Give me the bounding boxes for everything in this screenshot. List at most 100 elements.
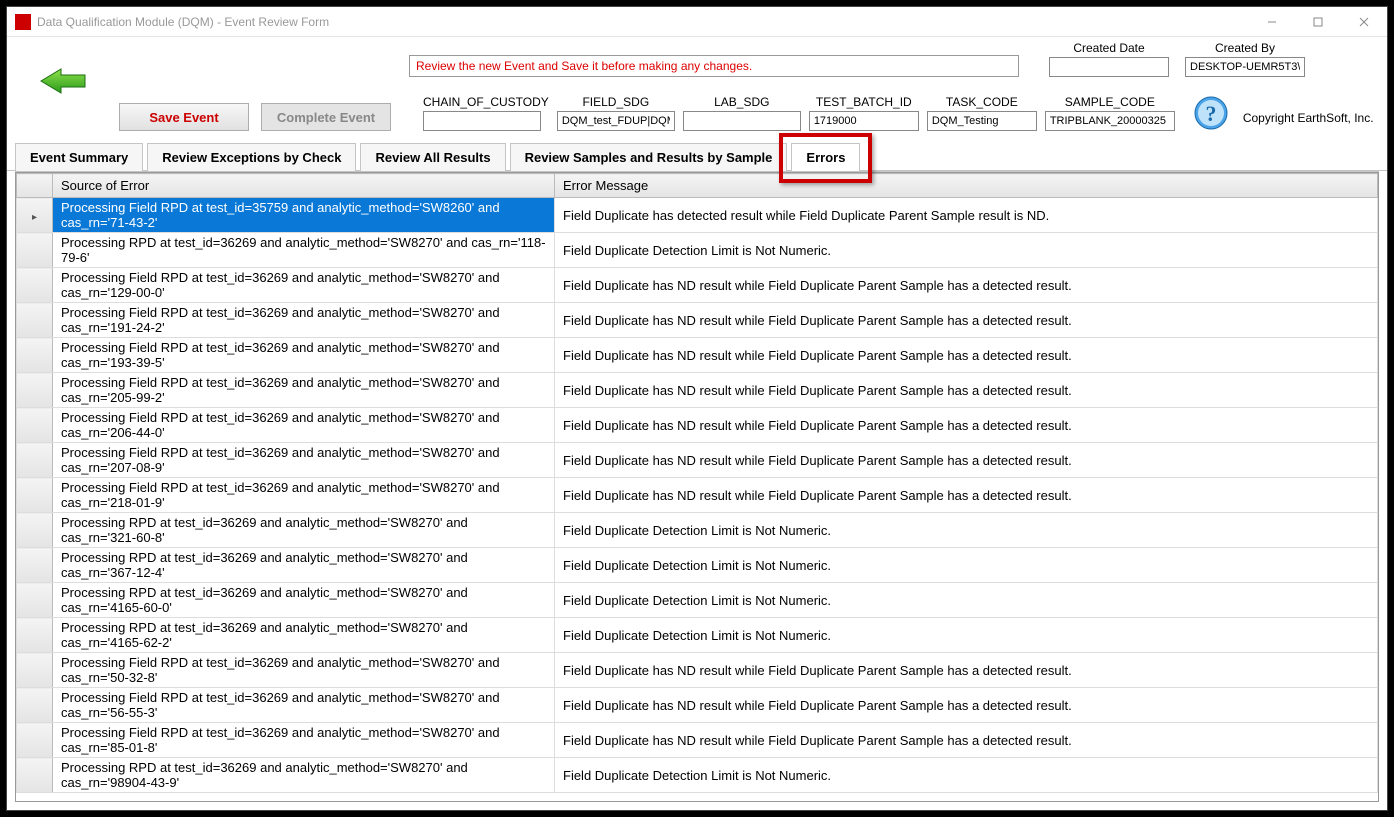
complete-event-button[interactable]: Complete Event xyxy=(261,103,391,131)
table-row[interactable]: Processing Field RPD at test_id=36269 an… xyxy=(17,303,1378,338)
tab-event-summary[interactable]: Event Summary xyxy=(15,143,143,171)
svg-text:?: ? xyxy=(1205,101,1216,126)
row-header[interactable] xyxy=(17,513,53,548)
cell-message[interactable]: Field Duplicate has ND result while Fiel… xyxy=(555,723,1378,758)
cell-message[interactable]: Field Duplicate has ND result while Fiel… xyxy=(555,303,1378,338)
cell-message[interactable]: Field Duplicate has ND result while Fiel… xyxy=(555,338,1378,373)
table-row[interactable]: Processing RPD at test_id=36269 and anal… xyxy=(17,513,1378,548)
cell-message[interactable]: Field Duplicate Detection Limit is Not N… xyxy=(555,513,1378,548)
row-header[interactable] xyxy=(17,653,53,688)
cell-source[interactable]: Processing RPD at test_id=36269 and anal… xyxy=(53,618,555,653)
cell-source[interactable]: Processing Field RPD at test_id=36269 an… xyxy=(53,723,555,758)
cell-source[interactable]: Processing Field RPD at test_id=36269 an… xyxy=(53,268,555,303)
cell-source[interactable]: Processing Field RPD at test_id=36269 an… xyxy=(53,303,555,338)
tab-review-exceptions[interactable]: Review Exceptions by Check xyxy=(147,143,356,171)
table-row[interactable]: Processing Field RPD at test_id=36269 an… xyxy=(17,373,1378,408)
table-row[interactable]: Processing Field RPD at test_id=36269 an… xyxy=(17,443,1378,478)
table-row[interactable]: Processing Field RPD at test_id=36269 an… xyxy=(17,478,1378,513)
row-header[interactable] xyxy=(17,758,53,793)
back-button[interactable] xyxy=(37,61,91,101)
table-row[interactable]: Processing RPD at test_id=36269 and anal… xyxy=(17,618,1378,653)
chain-field[interactable] xyxy=(423,111,541,131)
cell-source[interactable]: Processing Field RPD at test_id=36269 an… xyxy=(53,373,555,408)
lab-sdg-field[interactable] xyxy=(683,111,801,131)
table-row[interactable]: Processing Field RPD at test_id=36269 an… xyxy=(17,408,1378,443)
cell-message[interactable]: Field Duplicate Detection Limit is Not N… xyxy=(555,583,1378,618)
cell-source[interactable]: Processing Field RPD at test_id=35759 an… xyxy=(53,198,555,233)
table-row[interactable]: Processing RPD at test_id=36269 and anal… xyxy=(17,583,1378,618)
sample-field[interactable] xyxy=(1045,111,1175,131)
tab-errors[interactable]: Errors xyxy=(791,143,860,171)
cell-source[interactable]: Processing Field RPD at test_id=36269 an… xyxy=(53,338,555,373)
cell-source[interactable]: Processing Field RPD at test_id=36269 an… xyxy=(53,478,555,513)
cell-source[interactable]: Processing RPD at test_id=36269 and anal… xyxy=(53,548,555,583)
batch-label: TEST_BATCH_ID xyxy=(809,95,919,109)
cell-message[interactable]: Field Duplicate has detected result whil… xyxy=(555,198,1378,233)
cell-source[interactable]: Processing Field RPD at test_id=36269 an… xyxy=(53,688,555,723)
app-icon xyxy=(15,14,31,30)
cell-source[interactable]: Processing RPD at test_id=36269 and anal… xyxy=(53,758,555,793)
window-title: Data Qualification Module (DQM) - Event … xyxy=(37,15,1249,29)
task-field[interactable] xyxy=(927,111,1037,131)
created-by-field[interactable] xyxy=(1185,57,1305,77)
col-message[interactable]: Error Message xyxy=(555,174,1378,198)
cell-source[interactable]: Processing RPD at test_id=36269 and anal… xyxy=(53,513,555,548)
tab-review-samples[interactable]: Review Samples and Results by Sample xyxy=(510,143,788,171)
row-header[interactable] xyxy=(17,338,53,373)
batch-field[interactable] xyxy=(809,111,919,131)
tabs: Event Summary Review Exceptions by Check… xyxy=(7,141,1387,171)
save-event-button[interactable]: Save Event xyxy=(119,103,249,131)
table-row[interactable]: Processing Field RPD at test_id=36269 an… xyxy=(17,688,1378,723)
cell-message[interactable]: Field Duplicate Detection Limit is Not N… xyxy=(555,548,1378,583)
cell-message[interactable]: Field Duplicate has ND result while Fiel… xyxy=(555,373,1378,408)
row-header[interactable] xyxy=(17,478,53,513)
cell-source[interactable]: Processing RPD at test_id=36269 and anal… xyxy=(53,233,555,268)
cell-source[interactable]: Processing RPD at test_id=36269 and anal… xyxy=(53,583,555,618)
cell-message[interactable]: Field Duplicate has ND result while Fiel… xyxy=(555,268,1378,303)
row-header[interactable] xyxy=(17,268,53,303)
cell-message[interactable]: Field Duplicate has ND result while Fiel… xyxy=(555,408,1378,443)
cell-message[interactable]: Field Duplicate has ND result while Fiel… xyxy=(555,443,1378,478)
row-header[interactable] xyxy=(17,408,53,443)
created-by-label: Created By xyxy=(1215,41,1275,55)
tab-review-all[interactable]: Review All Results xyxy=(360,143,505,171)
table-row[interactable]: Processing Field RPD at test_id=36269 an… xyxy=(17,268,1378,303)
minimize-button[interactable] xyxy=(1249,7,1295,36)
table-row[interactable]: Processing RPD at test_id=36269 and anal… xyxy=(17,233,1378,268)
cell-source[interactable]: Processing Field RPD at test_id=36269 an… xyxy=(53,653,555,688)
table-row[interactable]: Processing Field RPD at test_id=35759 an… xyxy=(17,198,1378,233)
table-row[interactable]: Processing Field RPD at test_id=36269 an… xyxy=(17,723,1378,758)
created-date-label: Created Date xyxy=(1073,41,1144,55)
row-header[interactable] xyxy=(17,548,53,583)
row-header[interactable] xyxy=(17,723,53,758)
row-header[interactable] xyxy=(17,198,53,233)
col-source[interactable]: Source of Error xyxy=(53,174,555,198)
task-label: TASK_CODE xyxy=(927,95,1037,109)
cell-source[interactable]: Processing Field RPD at test_id=36269 an… xyxy=(53,408,555,443)
row-header[interactable] xyxy=(17,303,53,338)
row-header[interactable] xyxy=(17,443,53,478)
row-header[interactable] xyxy=(17,373,53,408)
errors-grid[interactable]: Source of Error Error Message Processing… xyxy=(15,172,1379,802)
row-header[interactable] xyxy=(17,583,53,618)
row-header[interactable] xyxy=(17,233,53,268)
maximize-button[interactable] xyxy=(1295,7,1341,36)
table-row[interactable]: Processing RPD at test_id=36269 and anal… xyxy=(17,548,1378,583)
cell-message[interactable]: Field Duplicate has ND result while Fiel… xyxy=(555,653,1378,688)
close-button[interactable] xyxy=(1341,7,1387,36)
cell-message[interactable]: Field Duplicate has ND result while Fiel… xyxy=(555,478,1378,513)
help-button[interactable]: ? xyxy=(1193,95,1229,131)
row-header[interactable] xyxy=(17,618,53,653)
cell-message[interactable]: Field Duplicate Detection Limit is Not N… xyxy=(555,233,1378,268)
cell-source[interactable]: Processing Field RPD at test_id=36269 an… xyxy=(53,443,555,478)
row-selector-header[interactable] xyxy=(17,174,53,198)
table-row[interactable]: Processing Field RPD at test_id=36269 an… xyxy=(17,653,1378,688)
cell-message[interactable]: Field Duplicate Detection Limit is Not N… xyxy=(555,618,1378,653)
cell-message[interactable]: Field Duplicate has ND result while Fiel… xyxy=(555,688,1378,723)
row-header[interactable] xyxy=(17,688,53,723)
created-date-field[interactable] xyxy=(1049,57,1169,77)
table-row[interactable]: Processing RPD at test_id=36269 and anal… xyxy=(17,758,1378,793)
field-sdg-field[interactable] xyxy=(557,111,675,131)
table-row[interactable]: Processing Field RPD at test_id=36269 an… xyxy=(17,338,1378,373)
cell-message[interactable]: Field Duplicate Detection Limit is Not N… xyxy=(555,758,1378,793)
